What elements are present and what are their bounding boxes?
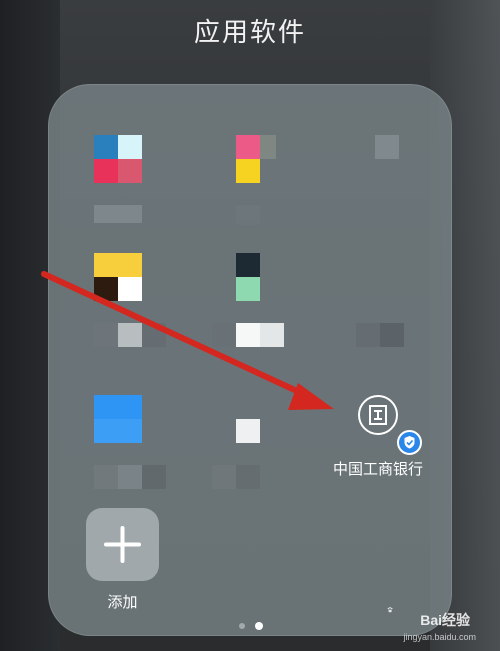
watermark-brand: Bai经验	[420, 612, 470, 628]
watermark-url: jingyan.baidu.com	[403, 632, 476, 642]
baidu-paw-icon	[387, 606, 393, 613]
red-arrow-annotation	[41, 271, 334, 410]
